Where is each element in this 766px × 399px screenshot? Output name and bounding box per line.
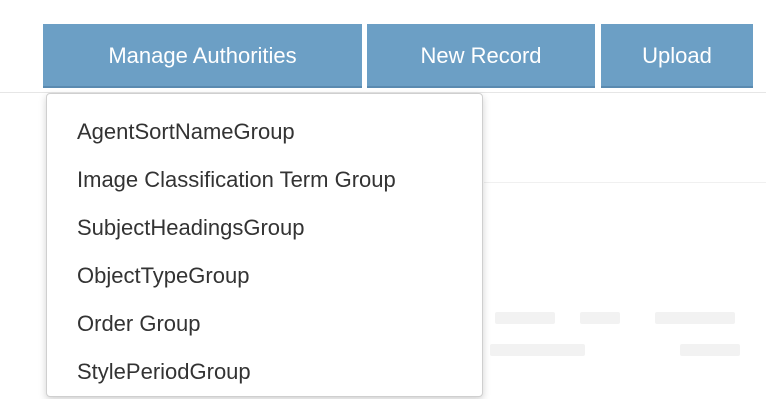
manage-authorities-dropdown: AgentSortNameGroup Image Classification … (46, 93, 483, 397)
menu-item-subject-headings-group[interactable]: SubjectHeadingsGroup (47, 204, 482, 252)
menu-item-style-period-group[interactable]: StylePeriodGroup (47, 348, 482, 396)
background-ghost-text (680, 344, 740, 356)
menu-item-object-type-group[interactable]: ObjectTypeGroup (47, 252, 482, 300)
manage-authorities-button[interactable]: Manage Authorities (43, 24, 362, 88)
top-toolbar: Manage Authorities New Record Upload (0, 0, 766, 93)
menu-item-order-group[interactable]: Order Group (47, 300, 482, 348)
background-ghost-text (580, 312, 620, 324)
background-divider (484, 182, 766, 183)
menu-item-agent-sort-name-group[interactable]: AgentSortNameGroup (47, 108, 482, 156)
menu-item-image-classification-term-group[interactable]: Image Classification Term Group (47, 156, 482, 204)
background-ghost-text (490, 344, 585, 356)
background-ghost-text (655, 312, 735, 324)
new-record-button[interactable]: New Record (367, 24, 595, 88)
background-ghost-text (495, 312, 555, 324)
upload-button[interactable]: Upload (601, 24, 753, 88)
